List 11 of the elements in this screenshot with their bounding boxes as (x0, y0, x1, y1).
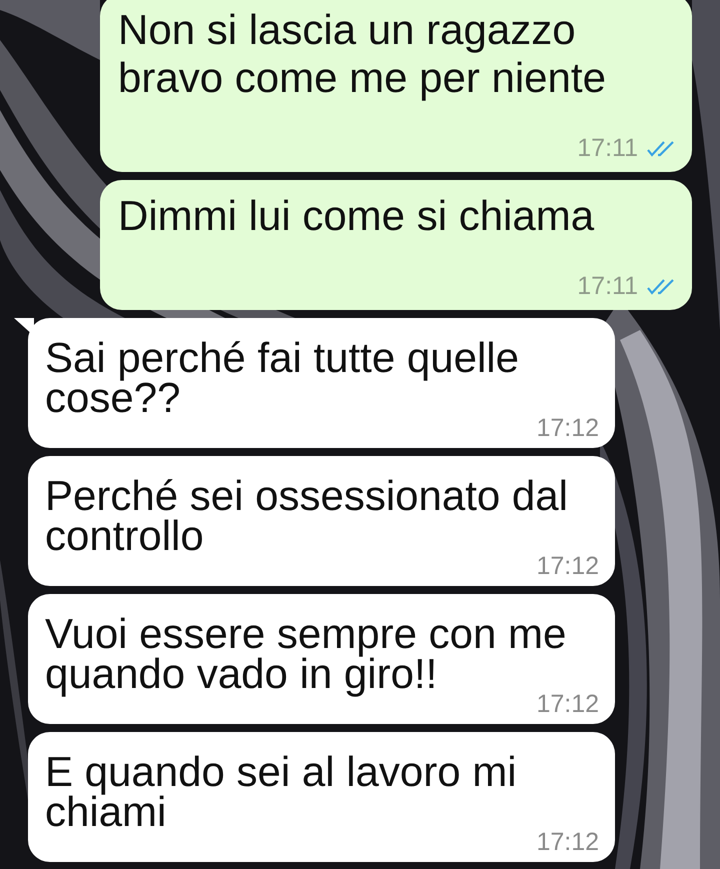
message-time: 17:11 (577, 133, 638, 164)
message-text: Perché sei ossessionato dal controllo (45, 476, 568, 556)
message-time: 17:12 (536, 418, 599, 438)
message-time: 17:12 (536, 556, 599, 576)
message-time: 17:12 (536, 832, 599, 852)
message-text: E quando sei al lavoro mi chiami (45, 752, 518, 832)
message-time: 17:12 (536, 694, 599, 714)
message-time: 17:11 (577, 271, 638, 302)
message-text: Non si lascia un ragazzo bravo come me per niente (118, 6, 607, 102)
message-text: Dimmi lui come si chiama (118, 192, 596, 240)
message-text: Sai perché fai tutte quelle cose?? (45, 338, 520, 418)
